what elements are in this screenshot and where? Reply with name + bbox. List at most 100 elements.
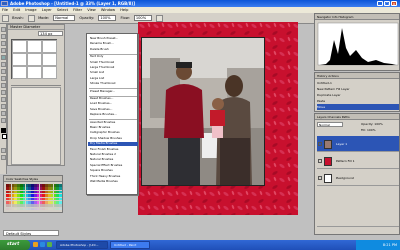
brush-menu-item[interactable]: Large Thumbnail (90, 65, 137, 70)
brush-menu-item[interactable]: Load Brushes... (90, 102, 137, 106)
layer-row[interactable]: Layer 1 (317, 136, 399, 152)
color-swatch[interactable] (59, 207, 62, 211)
shape-tool-icon[interactable] (1, 111, 6, 116)
blend-mode-select[interactable]: Normal (317, 122, 343, 127)
color-swatch[interactable] (59, 184, 62, 187)
quicklaunch-icon[interactable] (33, 242, 38, 247)
brush-menu-item[interactable]: Rename Brush... (90, 42, 137, 46)
gradient-tool-icon[interactable] (1, 76, 6, 81)
foreground-color-swatch[interactable] (1, 128, 6, 133)
color-swatch[interactable] (59, 194, 62, 197)
brush-menu-item[interactable]: Large List (90, 76, 137, 81)
photoshop-logo-icon (1, 1, 8, 6)
histogram-graph (317, 22, 399, 66)
menu-window[interactable]: Window (101, 8, 115, 12)
quicklaunch-icon[interactable] (40, 242, 45, 247)
brush-menu-item[interactable]: Natural Brushes 2 (90, 152, 137, 157)
quicklaunch-icon[interactable] (47, 242, 52, 247)
brush-menu-item[interactable]: Small List (90, 71, 137, 75)
brush-tool-icon[interactable] (1, 55, 6, 60)
start-button[interactable]: start (0, 240, 30, 250)
brush-menu-item[interactable]: Wet Media Brushes (90, 179, 137, 184)
flow-label: Flow: (120, 16, 130, 20)
brush-menu-item[interactable]: Basic Brushes (90, 125, 137, 130)
menu-edit[interactable]: Edit (13, 8, 20, 12)
brush-picker-button[interactable] (27, 14, 35, 22)
color-swatch[interactable] (59, 190, 62, 194)
menu-view[interactable]: View (87, 8, 96, 12)
menu-help[interactable]: Help (120, 8, 128, 12)
brush-menu-item[interactable]: Faux Finish Brushes (90, 147, 137, 152)
opacity-field[interactable]: 100% (98, 15, 117, 21)
taskbar-photoshop[interactable]: Adobe Photoshop - [Unt... (56, 241, 108, 249)
brush-tool-icon[interactable] (2, 14, 9, 22)
layers-panel-tabs[interactable]: Layers Channels Paths (315, 114, 399, 120)
brush-menu-item[interactable]: Text Only (90, 54, 137, 59)
history-panel-tabs[interactable]: History Actions (315, 73, 399, 79)
brush-menu-item[interactable]: Reset Brushes... (90, 96, 137, 101)
brush-menu-item[interactable]: Save Brushes... (90, 107, 137, 112)
layer-row[interactable]: Background (317, 170, 399, 186)
brush-menu-item[interactable]: Stroke Thumbnail (90, 81, 137, 86)
brush-menu-item[interactable]: Assorted Brushes (90, 120, 137, 125)
layer-row[interactable]: Pattern Fill 1 (317, 153, 399, 169)
menu-layer[interactable]: Layer (42, 8, 52, 12)
brush-menu-item[interactable]: Drop Shadow Brushes (90, 136, 137, 141)
color-swatch[interactable] (59, 197, 62, 201)
dodge-tool-icon[interactable] (1, 83, 6, 88)
color-panel-tabs[interactable]: Color Swatches Styles (4, 176, 62, 182)
eye-icon[interactable] (318, 142, 322, 146)
pen-tool-icon[interactable] (1, 104, 6, 109)
screen-mode-icon[interactable] (1, 155, 6, 160)
type-tool-icon[interactable] (1, 97, 6, 102)
menu-filter[interactable]: Filter (73, 8, 82, 12)
brush-menu-item[interactable]: Thick Heavy Brushes (90, 174, 137, 179)
brush-menu-item[interactable]: Square Brushes (90, 168, 137, 173)
layers-footer-buttons[interactable] (317, 226, 399, 232)
layer-opacity-field[interactable]: Opacity: 100% (361, 122, 383, 126)
close-button[interactable]: × (391, 1, 397, 6)
hand-tool-icon[interactable] (1, 118, 6, 123)
brush-menu-item[interactable]: New Brush Preset... (90, 36, 137, 41)
path-tool-icon[interactable] (1, 90, 6, 95)
menu-image[interactable]: Image (25, 8, 36, 12)
brush-menu-item[interactable]: Delete Brush (90, 47, 137, 52)
menu-file[interactable]: File (2, 8, 8, 12)
diameter-field[interactable]: 134 px (38, 31, 63, 36)
system-tray-clock: 8:21 PM (356, 240, 400, 250)
styles-dropdown[interactable]: Default Styles (3, 230, 59, 236)
brush-menu-item[interactable]: Special Effect Brushes (90, 163, 137, 168)
brush-menu-item[interactable]: Preset Manager... (90, 89, 137, 94)
color-swatch[interactable] (59, 201, 62, 204)
brush-menu-item[interactable]: Natural Brushes (90, 158, 137, 162)
crop-tool-icon[interactable] (1, 41, 6, 46)
taskbar-paint[interactable]: Untitled - Paint (110, 241, 150, 249)
eraser-tool-icon[interactable] (1, 69, 6, 74)
history-item-selected[interactable]: Move (317, 104, 399, 110)
lasso-tool-icon[interactable] (1, 34, 6, 39)
layer-fill-field[interactable]: Fill: 100% (361, 128, 376, 132)
eye-icon[interactable] (318, 159, 322, 163)
brush-menu-item[interactable]: Dry Media Brushes (88, 141, 138, 146)
brush-menu-item[interactable]: Small Thumbnail (90, 60, 137, 65)
family-photo (142, 38, 264, 185)
brush-menu-item[interactable]: Replace Brushes... (90, 112, 137, 117)
maximize-button[interactable]: □ (384, 1, 390, 6)
brush-menu-item[interactable]: Calligraphic Brushes (90, 131, 137, 135)
histogram-panel: Navigator Info Histogram (314, 13, 400, 71)
color-swatch[interactable] (59, 204, 62, 207)
airbrush-toggle[interactable] (156, 14, 164, 22)
mode-select[interactable]: Normal (53, 15, 76, 21)
menu-select[interactable]: Select (57, 8, 68, 12)
quick-mask-icon[interactable] (1, 148, 6, 153)
brush-preview-grid[interactable] (11, 39, 57, 79)
eye-icon[interactable] (318, 176, 322, 180)
photo-layer[interactable] (141, 37, 265, 186)
marquee-tool-icon[interactable] (1, 27, 6, 32)
clone-tool-icon[interactable] (1, 62, 6, 67)
flow-field[interactable]: 100% (133, 15, 152, 21)
color-swatch[interactable] (59, 187, 62, 190)
minimize-button[interactable]: _ (377, 1, 383, 6)
healing-tool-icon[interactable] (1, 48, 6, 53)
brush-list[interactable] (11, 87, 61, 165)
